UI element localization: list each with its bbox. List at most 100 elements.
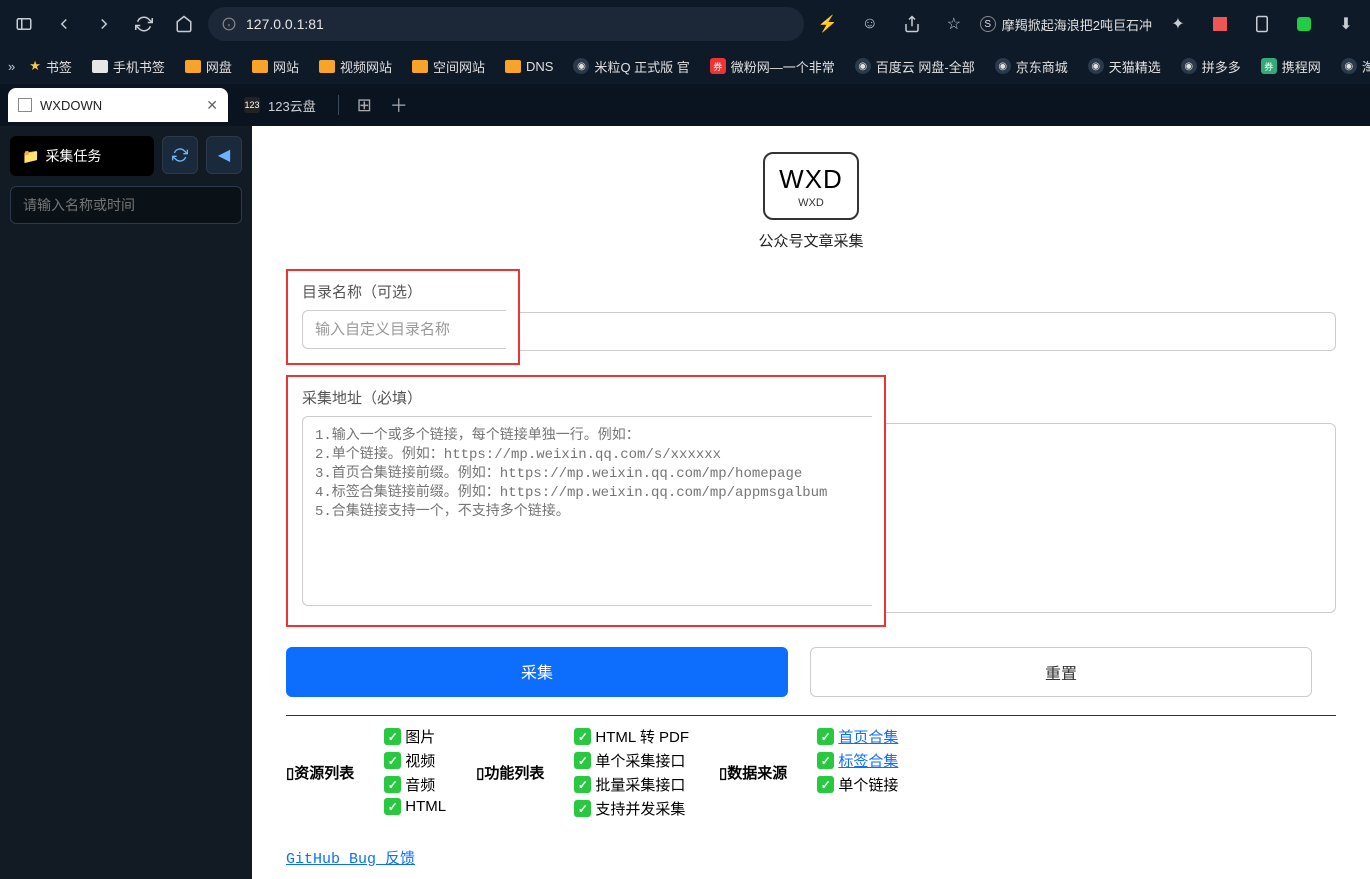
news-ticker[interactable]: S 摩羯掀起海浪把2吨巨石冲 — [980, 15, 1152, 34]
check-icon: ✓ — [574, 728, 591, 745]
app-subtitle: 公众号文章采集 — [286, 230, 1336, 251]
bookmark-item[interactable]: 手机书签 — [86, 53, 171, 80]
check-icon: ✓ — [384, 752, 401, 769]
feature-item: ✓HTML 转 PDF — [574, 726, 689, 747]
check-icon: ✓ — [384, 728, 401, 745]
feature-item: ✓支持并发采集 — [574, 798, 689, 819]
content-area: WXD WXD 公众号文章采集 目录名称（可选） 采集地址（必填） 采集 重置 … — [252, 126, 1370, 879]
bookmark-item[interactable]: ◉京东商城 — [989, 53, 1074, 80]
bookmarks-overflow-icon[interactable]: » — [8, 59, 15, 74]
bookmark-item[interactable]: ◉拼多多 — [1175, 53, 1247, 80]
source-item[interactable]: ✓首页合集 — [817, 726, 898, 747]
sidebar-toggle-icon[interactable] — [8, 8, 40, 40]
tab-group-icon[interactable]: ⊞ — [351, 95, 378, 116]
tab-favicon — [18, 98, 32, 112]
dir-highlight-box: 目录名称（可选） — [286, 269, 520, 365]
col-resource-items: ✓图片 ✓视频 ✓音频 ✓HTML — [384, 726, 446, 819]
feature-item: ✓视频 — [384, 750, 446, 771]
ext-icon-1[interactable]: ✦ — [1162, 8, 1194, 40]
col-resource-title: ▯资源列表 — [286, 726, 354, 819]
bookmark-item[interactable]: 视频网站 — [313, 53, 398, 80]
dir-name-input-extend[interactable] — [518, 312, 1336, 351]
refresh-icon — [172, 147, 188, 163]
back-button[interactable] — [48, 8, 80, 40]
check-icon: ✓ — [817, 752, 834, 769]
home-button[interactable] — [168, 8, 200, 40]
url-bar[interactable]: 127.0.0.1:81 — [208, 7, 804, 41]
bookmark-item[interactable]: 券携程网 — [1255, 53, 1327, 80]
addr-textarea-extend[interactable] — [884, 423, 1336, 613]
check-icon: ✓ — [817, 776, 834, 793]
feature-item: ✓批量采集接口 — [574, 774, 689, 795]
close-icon[interactable]: ✕ — [206, 97, 218, 114]
tab-wxdown[interactable]: WXDOWN ✕ — [8, 88, 228, 122]
bookmark-item[interactable]: DNS — [499, 53, 559, 80]
footer-links: GitHub Bug 反馈 Gitee Bug 反馈 — [286, 847, 1336, 879]
col-source-title: ▯数据来源 — [719, 726, 787, 819]
tab-label: WXDOWN — [40, 98, 102, 113]
tab-123cloud[interactable]: 123 123云盘 — [234, 88, 326, 122]
dir-name-input[interactable] — [302, 310, 506, 349]
feature-item: ✓单个采集接口 — [574, 750, 689, 771]
sidebar-refresh-button[interactable] — [162, 136, 198, 174]
browser-toolbar: 127.0.0.1:81 ⚡ ☺ ☆ S 摩羯掀起海浪把2吨巨石冲 ✦ ⬇ — [0, 0, 1370, 48]
bookmark-item[interactable]: 券微粉网—一个非常 — [704, 53, 841, 80]
bookmark-item[interactable]: 网盘 — [179, 53, 238, 80]
bookmark-item[interactable]: 网站 — [246, 53, 305, 80]
star-icon[interactable]: ☆ — [938, 8, 970, 40]
feature-grid: ▯资源列表 ✓图片 ✓视频 ✓音频 ✓HTML ▯功能列表 ✓HTML 转 PDF ✓单… — [286, 715, 1336, 819]
source-item[interactable]: ✓标签合集 — [817, 750, 898, 771]
reload-button[interactable] — [128, 8, 160, 40]
bookmark-item[interactable]: ◉天猫精选 — [1082, 53, 1167, 80]
check-icon: ✓ — [574, 752, 591, 769]
bookmark-item[interactable]: ★书签 — [23, 53, 78, 80]
ext-icon-2[interactable] — [1204, 8, 1236, 40]
logo-text-small: WXD — [798, 197, 824, 209]
share-icon[interactable] — [896, 8, 928, 40]
sidebar-task-button[interactable]: 📁 采集任务 — [10, 136, 154, 176]
download-icon[interactable]: ⬇ — [1330, 8, 1362, 40]
github-bug-link[interactable]: GitHub Bug 反馈 — [286, 847, 1336, 868]
app-logo: WXD WXD — [763, 152, 859, 220]
check-icon: ✓ — [574, 800, 591, 817]
col-feature-items: ✓HTML 转 PDF ✓单个采集接口 ✓批量采集接口 ✓支持并发采集 — [574, 726, 689, 819]
reset-button[interactable]: 重置 — [810, 647, 1312, 697]
check-icon: ✓ — [574, 776, 591, 793]
dir-label: 目录名称（可选） — [302, 281, 504, 302]
bookmarks-bar: » ★书签手机书签网盘网站视频网站空间网站 DNS ◉米粒Q 正式版 官券微粉网—一… — [0, 48, 1370, 84]
addr-label: 采集地址（必填） — [302, 387, 870, 408]
addr-textarea[interactable] — [302, 416, 872, 606]
flash-icon[interactable]: ⚡ — [812, 8, 844, 40]
feature-item: ✓图片 — [384, 726, 446, 747]
feature-item: ✓HTML — [384, 798, 446, 815]
col-source-items: ✓首页合集✓标签合集✓单个链接 — [817, 726, 898, 819]
ext-icon-3[interactable] — [1246, 8, 1278, 40]
toolbar-right: ⚡ ☺ ☆ S 摩羯掀起海浪把2吨巨石冲 ✦ ⬇ — [812, 8, 1362, 40]
ext-icon-4[interactable] — [1288, 8, 1320, 40]
main-area: 📁 采集任务 ◀ WXD WXD 公众号文章采集 目录名称（可选） — [0, 126, 1370, 879]
info-icon — [222, 17, 236, 31]
folder-icon: 📁 — [22, 148, 39, 165]
col-feature-title: ▯功能列表 — [476, 726, 544, 819]
app-sidebar: 📁 采集任务 ◀ — [0, 126, 252, 879]
bookmark-item[interactable]: ◉百度云 网盘-全部 — [849, 53, 981, 80]
collect-button[interactable]: 采集 — [286, 647, 788, 697]
feature-item: ✓音频 — [384, 774, 446, 795]
new-tab-button[interactable]: ＋ — [384, 92, 414, 118]
url-text: 127.0.0.1:81 — [246, 16, 324, 32]
bookmark-item[interactable]: ◉淘宝网 — [1335, 53, 1370, 80]
addr-highlight-box: 采集地址（必填） — [286, 375, 886, 627]
tab-divider — [338, 95, 339, 115]
sidebar-task-label: 采集任务 — [45, 146, 101, 166]
bookmark-item[interactable]: 空间网站 — [406, 53, 491, 80]
check-icon: ✓ — [817, 728, 834, 745]
check-icon: ✓ — [384, 776, 401, 793]
sidebar-search-input[interactable] — [10, 186, 242, 224]
triangle-left-icon: ◀ — [218, 145, 230, 165]
bookmark-item[interactable]: ◉米粒Q 正式版 官 — [567, 53, 695, 80]
tab-label: 123云盘 — [268, 96, 316, 115]
forward-button[interactable] — [88, 8, 120, 40]
smile-icon[interactable]: ☺ — [854, 8, 886, 40]
sidebar-collapse-button[interactable]: ◀ — [206, 136, 242, 174]
tab-favicon: 123 — [244, 97, 260, 113]
